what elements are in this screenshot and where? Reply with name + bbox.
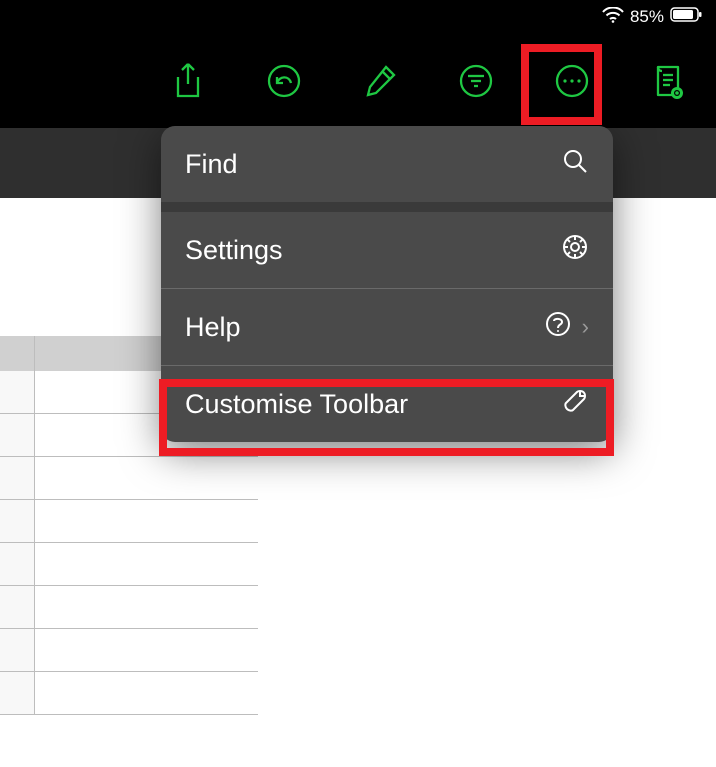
help-icon xyxy=(544,310,572,345)
menu-item-label: Settings xyxy=(185,235,283,266)
menu-item-customise-toolbar[interactable]: Customise Toolbar xyxy=(161,366,613,442)
table-row[interactable] xyxy=(0,500,258,543)
row-header-cell[interactable] xyxy=(0,371,35,413)
menu-item-label: Find xyxy=(185,149,238,180)
row-header-cell[interactable] xyxy=(0,586,35,628)
menu-item-find[interactable]: Find xyxy=(161,126,613,202)
table-row[interactable] xyxy=(0,457,258,500)
activity-button[interactable] xyxy=(648,61,688,101)
row-header-cell[interactable] xyxy=(0,414,35,456)
cell[interactable] xyxy=(35,500,258,542)
battery-icon xyxy=(670,7,702,27)
search-icon xyxy=(561,147,589,182)
more-button[interactable] xyxy=(552,61,592,101)
undo-button[interactable] xyxy=(264,61,304,101)
toolbar xyxy=(0,34,716,128)
battery-percent: 85% xyxy=(630,7,664,27)
gear-icon xyxy=(561,233,589,268)
wrench-icon xyxy=(561,387,589,422)
cell[interactable] xyxy=(35,586,258,628)
filter-button[interactable] xyxy=(456,61,496,101)
menu-divider xyxy=(161,202,613,212)
corner-cell[interactable] xyxy=(0,336,35,371)
menu-item-help[interactable]: Help › xyxy=(161,289,613,365)
menu-item-settings[interactable]: Settings xyxy=(161,212,613,288)
table-row[interactable] xyxy=(0,672,258,715)
cell[interactable] xyxy=(35,629,258,671)
cell[interactable] xyxy=(35,543,258,585)
cell[interactable] xyxy=(35,672,258,714)
format-brush-button[interactable] xyxy=(360,61,400,101)
chevron-right-icon: › xyxy=(582,314,589,340)
row-header-cell[interactable] xyxy=(0,672,35,714)
menu-item-label: Help xyxy=(185,312,241,343)
row-header-cell[interactable] xyxy=(0,629,35,671)
menu-item-label: Customise Toolbar xyxy=(185,389,408,420)
wifi-icon xyxy=(602,7,624,28)
row-header-cell[interactable] xyxy=(0,543,35,585)
row-header-cell[interactable] xyxy=(0,457,35,499)
table-row[interactable] xyxy=(0,629,258,672)
row-header-cell[interactable] xyxy=(0,500,35,542)
status-bar: 85% xyxy=(0,0,716,34)
more-menu-popover: Find Settings xyxy=(161,126,613,442)
cell[interactable] xyxy=(35,457,258,499)
share-button[interactable] xyxy=(168,61,208,101)
table-row[interactable] xyxy=(0,586,258,629)
table-row[interactable] xyxy=(0,543,258,586)
